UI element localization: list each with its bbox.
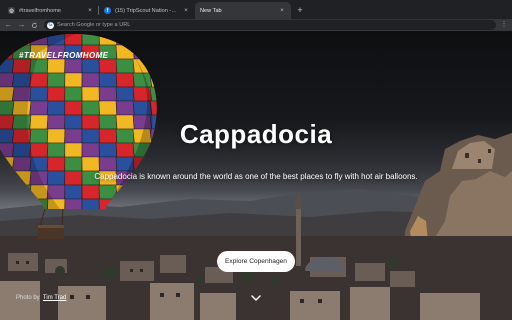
balloon-panel (115, 86, 135, 102)
balloon-panel (98, 86, 117, 102)
balloon-panel (64, 86, 83, 102)
balloon-panel (81, 34, 100, 46)
balloon-panel (47, 86, 66, 102)
balloon-panel (64, 184, 83, 200)
balloon-panel (81, 156, 100, 172)
balloon-panel (98, 100, 117, 116)
balloon-panel (167, 31, 186, 45)
reload-icon[interactable] (28, 19, 41, 31)
balloon-panel (167, 73, 186, 87)
close-icon[interactable]: × (278, 8, 286, 14)
close-icon[interactable]: × (86, 8, 94, 14)
balloon-panel (64, 58, 83, 74)
balloon-panel (47, 72, 66, 88)
balloon-panel (98, 58, 117, 74)
balloon-panel (81, 72, 100, 88)
photo-credit: Photo by Tim Trad (16, 295, 66, 301)
balloon-panel (115, 34, 135, 46)
balloon-panel (149, 72, 157, 88)
balloon-panel (64, 72, 83, 88)
balloon-panel (115, 44, 135, 60)
balloon-panel (98, 156, 117, 172)
brand-logo-text: #TRAVELFROMHOME (19, 51, 109, 60)
photo-credit-prefix: Photo by (16, 295, 40, 301)
balloon-panel (115, 72, 135, 88)
balloon-panel (47, 100, 66, 116)
address-bar[interactable]: G Search Google or type a URL (44, 20, 496, 30)
chevron-down-icon[interactable] (249, 293, 263, 303)
photo-author-link[interactable]: Tim Trad (43, 295, 66, 301)
back-arrow-icon[interactable]: ← (2, 19, 15, 31)
balloon-panel (98, 34, 117, 46)
tab-new-tab[interactable]: New Tab × (195, 2, 291, 19)
balloon-panel (64, 34, 83, 46)
balloon-panel (149, 100, 157, 116)
balloon-panel (98, 72, 117, 88)
balloon-panel (12, 34, 32, 46)
tab-travelfromhome[interactable]: ◎ #travelfromhome × (3, 2, 99, 19)
tab-title: #travelfromhome (19, 7, 61, 14)
address-bar-placeholder: Search Google or type a URL (57, 22, 131, 28)
balloon-panel (167, 45, 186, 59)
tab-title: (15) TripScout Nation - Let's T (115, 7, 178, 14)
tab-tripscout[interactable]: f (15) TripScout Nation - Let's T × (99, 2, 195, 19)
balloon-panel (167, 101, 186, 115)
balloon-panel (81, 100, 100, 116)
explore-button[interactable]: Explore Copenhagen (217, 251, 295, 272)
balloon-panel (81, 58, 100, 74)
balloon-panel (29, 86, 49, 102)
balloon-panel (47, 58, 66, 74)
balloon-panel (115, 100, 135, 116)
google-icon: G (47, 21, 54, 29)
destination-description: Cappadocia is known around the world as … (94, 172, 418, 181)
forward-arrow-icon[interactable]: → (15, 19, 28, 31)
tab-title: New Tab (200, 7, 222, 14)
balloon-panel (29, 100, 49, 116)
balloon-panel (132, 72, 152, 88)
instagram-icon: ◎ (8, 7, 15, 14)
facebook-icon: f (104, 7, 111, 14)
balloon-panel (47, 156, 66, 172)
balloon-panel (149, 86, 157, 102)
balloon-panel (149, 34, 157, 46)
destination-title: Cappadocia (179, 119, 333, 149)
close-icon[interactable]: × (182, 8, 190, 14)
tab-strip: ◎ #travelfromhome × f (15) TripScout Nat… (0, 0, 512, 19)
balloon-panel (167, 59, 186, 73)
new-tab-button[interactable]: + (294, 3, 306, 17)
balloon-panel (0, 34, 15, 46)
menu-icon[interactable]: ⋮ (500, 19, 508, 31)
new-tab-hero: #TRAVELFROMHOME Cappadocia Cappadocia is… (0, 31, 512, 320)
balloon-panel (64, 156, 83, 172)
balloon-panel (81, 184, 100, 200)
balloon-panel (64, 100, 83, 116)
balloon-panel (149, 58, 157, 74)
balloon-panel (149, 44, 157, 60)
balloon-panel (81, 86, 100, 102)
balloon-panel (132, 34, 152, 46)
browser-toolbar: ← → G Search Google or type a URL ⋮ (0, 19, 512, 31)
balloon-panel (132, 44, 152, 60)
balloon-panel (115, 58, 135, 74)
balloon-panel (167, 87, 186, 101)
